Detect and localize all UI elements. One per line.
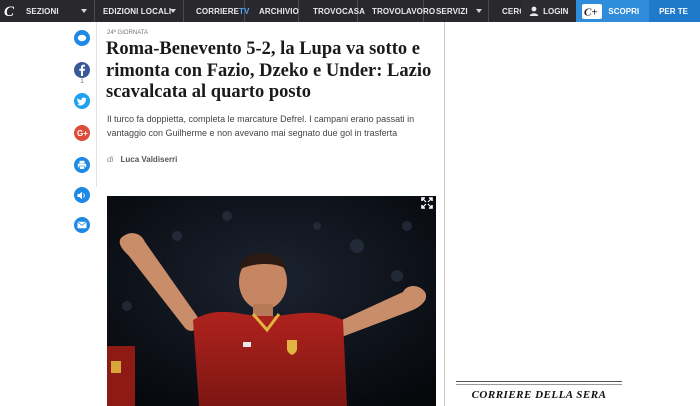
masthead-rule bbox=[456, 384, 622, 385]
facebook-icon bbox=[79, 64, 85, 76]
user-icon bbox=[529, 6, 539, 16]
nav-servizi-label: SERVIZI bbox=[436, 6, 468, 16]
twitter-icon bbox=[77, 97, 87, 105]
per-te-button[interactable]: PER TE bbox=[649, 0, 700, 22]
nav-edizioni-dropdown[interactable] bbox=[163, 0, 183, 22]
google-plus-share-button[interactable]: G+ bbox=[74, 125, 90, 141]
top-navigation-bar: C SEZIONI EDIZIONI LOCALI CORRIERE TV ARC… bbox=[0, 0, 700, 22]
login-label: LOGIN bbox=[543, 6, 569, 16]
chevron-down-icon bbox=[81, 9, 87, 13]
comment-button[interactable] bbox=[74, 30, 90, 46]
masthead-rule bbox=[456, 381, 622, 382]
scopri-label: SCOPRI bbox=[608, 6, 640, 16]
fullscreen-icon bbox=[421, 197, 433, 209]
google-plus-icon: G+ bbox=[77, 129, 88, 137]
nav-corriere-tv[interactable]: CORRIERE TV bbox=[184, 0, 249, 22]
nav-user-area: LOGIN C+ SCOPRI PER TE bbox=[521, 0, 700, 22]
nav-sezioni-label: SEZIONI bbox=[26, 6, 59, 16]
nav-archivio-label: ARCHIVIO bbox=[259, 6, 299, 16]
print-icon bbox=[77, 160, 87, 170]
nav-sezioni[interactable]: SEZIONI bbox=[20, 0, 74, 22]
nav-corriere-label: CORRIERE bbox=[196, 6, 240, 16]
author-name[interactable]: Luca Valdiserri bbox=[120, 155, 177, 164]
corriere-logo-icon: C bbox=[4, 4, 15, 19]
login-button[interactable]: LOGIN bbox=[521, 0, 577, 22]
svg-text:C+: C+ bbox=[584, 6, 598, 18]
article-left-rule bbox=[96, 22, 97, 187]
comment-icon bbox=[77, 34, 87, 41]
nav-servizi-dropdown[interactable] bbox=[470, 0, 488, 22]
per-te-label: PER TE bbox=[659, 6, 688, 16]
twitter-share-button[interactable] bbox=[74, 93, 90, 109]
fullscreen-button[interactable] bbox=[420, 196, 434, 210]
byline-prefix: di bbox=[107, 155, 114, 164]
article-photo[interactable] bbox=[107, 196, 436, 406]
scopri-button[interactable]: C+ SCOPRI bbox=[576, 0, 650, 22]
corriere-logo[interactable]: C bbox=[0, 0, 20, 22]
audio-button[interactable] bbox=[74, 187, 90, 203]
print-button[interactable] bbox=[74, 157, 90, 173]
article-summary: Il turco fa doppietta, completa le marca… bbox=[107, 114, 415, 138]
article-headline: Roma-Benevento 5-2, la Lupa va sotto e r… bbox=[106, 39, 432, 102]
chevron-down-icon bbox=[476, 9, 482, 13]
football-player-image bbox=[107, 196, 436, 406]
nav-trovocasa[interactable]: TROVOCASA bbox=[299, 0, 365, 22]
facebook-share-button[interactable] bbox=[74, 62, 90, 78]
audio-icon bbox=[77, 191, 85, 199]
article-byline: di Luca Valdiserri bbox=[107, 155, 177, 164]
nav-archivio[interactable]: ARCHIVIO bbox=[245, 0, 299, 22]
chevron-down-icon bbox=[170, 9, 176, 13]
nav-edizioni-label: EDIZIONI LOCALI bbox=[103, 6, 172, 16]
nav-edizioni-locali[interactable]: EDIZIONI LOCALI bbox=[95, 0, 171, 22]
svg-text:C: C bbox=[4, 4, 15, 19]
facebook-share-count: 1 bbox=[80, 79, 84, 85]
nav-trovolavoro[interactable]: TROVOLAVORO bbox=[358, 0, 435, 22]
nav-servizi[interactable]: SERVIZI bbox=[424, 0, 470, 22]
article-kicker: 24ª GIORNATA bbox=[107, 30, 149, 36]
nav-sezioni-dropdown[interactable] bbox=[74, 0, 94, 22]
svg-text:G+: G+ bbox=[77, 129, 88, 137]
corriere-plus-icon: C+ bbox=[582, 3, 603, 19]
corriere-masthead[interactable]: CORRIERE DELLA SERA bbox=[456, 389, 622, 401]
email-icon bbox=[77, 221, 87, 229]
email-share-button[interactable] bbox=[74, 217, 90, 233]
column-divider bbox=[444, 22, 445, 406]
